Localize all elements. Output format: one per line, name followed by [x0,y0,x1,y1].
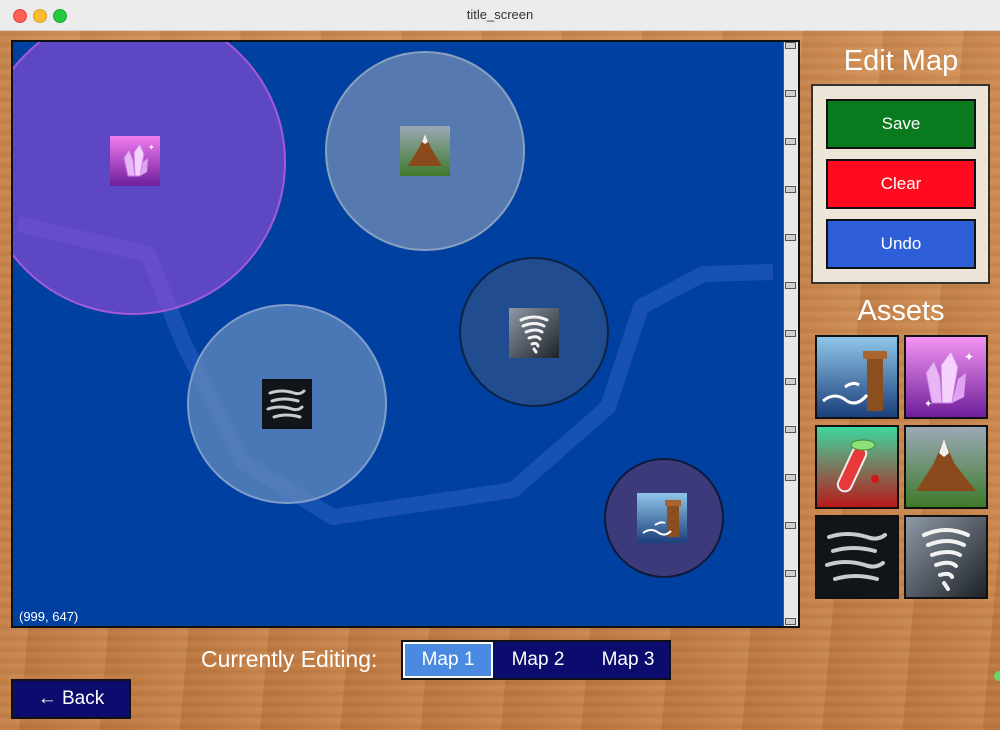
edit-button-panel: Save Clear Undo [811,84,990,284]
tab-map-1[interactable]: Map 1 [403,642,493,678]
asset-potion-icon[interactable] [815,425,899,509]
undo-button[interactable]: Undo [826,219,976,269]
placed-tornado-icon[interactable] [509,308,559,358]
asset-tornado-icon[interactable] [904,515,988,599]
currently-editing-label: Currently Editing: [201,646,378,672]
scrollbar-tick [785,90,796,97]
asset-crystal-icon[interactable]: ✦ ✦ [904,335,988,419]
scrollbar-tick [785,378,796,385]
scrollbar-tick [785,138,796,145]
scrollbar-tick [785,474,796,481]
edit-map-title: Edit Map [843,45,959,77]
placed-crystal-icon[interactable]: ✦ [110,136,160,186]
scrollbar-tick [785,282,796,289]
scrollbar-tick [785,234,796,241]
title-bar: title_screen [0,0,1000,31]
scrollbar-tick [785,186,796,193]
svg-text:✦: ✦ [148,143,155,152]
asset-mountain-icon[interactable] [904,425,988,509]
scrollbar-tick [785,330,796,337]
placed-mountain-icon[interactable] [400,126,450,176]
map-scrollbar[interactable] [783,42,798,626]
editor-content: ✦ (999, 647) Edit Map Save Clear Undo As… [0,31,1000,730]
cursor-coordinates: (999, 647) [19,609,79,624]
asset-wind-icon[interactable] [815,515,899,599]
svg-text:✦: ✦ [964,350,974,364]
placed-water-tower-icon[interactable] [637,493,687,543]
status-dot [994,671,1000,681]
save-button[interactable]: Save [826,99,976,149]
tab-map-3[interactable]: Map 3 [583,642,673,678]
assets-title: Assets [857,295,945,327]
asset-water-tower-icon[interactable] [815,335,899,419]
scrollbar-tick [785,426,796,433]
scrollbar-tick [785,618,796,625]
svg-text:✦: ✦ [924,399,932,410]
app-window: title_screen ✦ (999, 647) Edit Map Save … [0,0,1000,730]
scrollbar-tick [785,522,796,529]
back-button[interactable]: ← Back [11,679,131,719]
placed-wind-icon[interactable] [262,379,312,429]
clear-button[interactable]: Clear [826,159,976,209]
scrollbar-tick [785,570,796,577]
scrollbar-tick [785,42,796,49]
map-tab-bar: Map 1 Map 2 Map 3 [401,640,671,680]
window-title: title_screen [466,7,534,22]
tab-map-2[interactable]: Map 2 [493,642,583,678]
map-canvas[interactable]: ✦ (999, 647) [11,40,800,628]
